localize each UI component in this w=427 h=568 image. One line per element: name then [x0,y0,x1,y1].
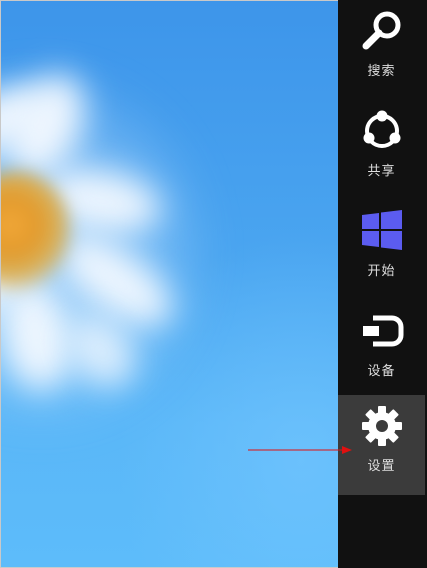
charm-share[interactable]: 共享 [338,100,425,200]
devices-icon [359,308,405,354]
charm-settings-label: 设置 [367,459,396,474]
charm-search-label: 搜索 [367,64,396,79]
settings-gear-icon [359,403,405,449]
share-icon [359,108,405,154]
annotation-arrow [248,446,352,454]
charm-search[interactable]: 搜索 [338,0,425,100]
charm-devices-label: 设备 [367,364,396,379]
desktop-wallpaper [1,1,339,567]
charms-bar: 搜索 共享 开始 设备 设置 [338,0,427,568]
charm-devices[interactable]: 设备 [338,300,425,400]
charm-share-label: 共享 [367,164,396,179]
search-icon [359,8,405,54]
charm-start-label: 开始 [367,264,396,279]
windows-logo-icon [359,208,405,254]
charm-start[interactable]: 开始 [338,200,425,300]
